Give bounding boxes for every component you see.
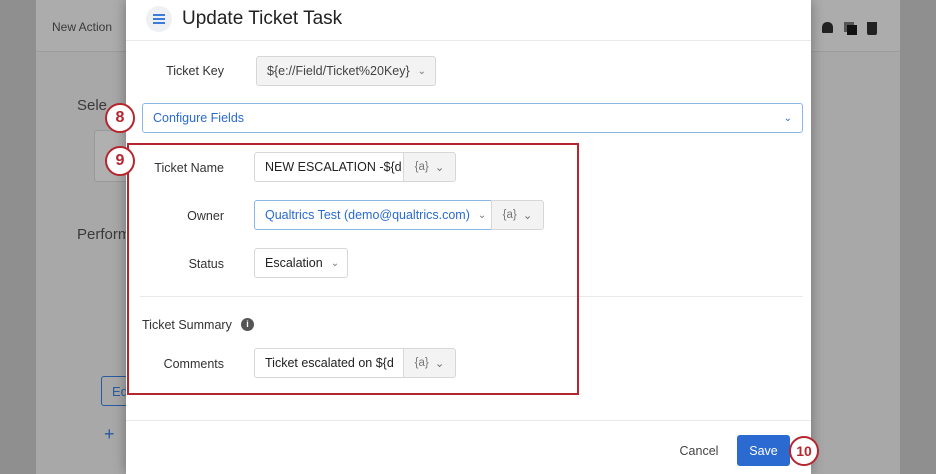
chevron-down-icon: ⌄ [783, 112, 792, 124]
cancel-button[interactable]: Cancel [674, 436, 724, 466]
background-add-icon[interactable]: + [104, 424, 115, 445]
callout-8: 8 [105, 103, 135, 133]
save-button[interactable]: Save [737, 435, 790, 466]
modal-title: Update Ticket Task [182, 8, 343, 29]
configure-fields-label: Configure Fields [153, 111, 245, 125]
ticket-key-select[interactable]: ${e://Field/Ticket%20Key} ⌄ [256, 56, 436, 86]
divider [126, 40, 811, 41]
ticket-key-value: ${e://Field/Ticket%20Key} [267, 64, 410, 78]
chevron-down-icon: ⌄ [417, 65, 427, 77]
ticket-key-label: Ticket Key [166, 64, 224, 78]
callout-10: 10 [789, 436, 819, 466]
task-list-icon [146, 6, 172, 32]
background-right-panel [811, 0, 900, 474]
callout-9: 9 [105, 146, 135, 176]
background-select-label: Sele [77, 97, 108, 114]
trash-icon[interactable] [867, 22, 877, 35]
copy-icon[interactable] [844, 22, 857, 35]
callout-highlight-box [127, 143, 579, 395]
background-perform-label: Perform [77, 226, 131, 243]
bell-icon[interactable] [822, 22, 833, 33]
background-header-label: New Action [52, 20, 113, 34]
footer-divider [126, 420, 811, 421]
configure-fields-select[interactable]: Configure Fields ⌄ [142, 103, 803, 133]
